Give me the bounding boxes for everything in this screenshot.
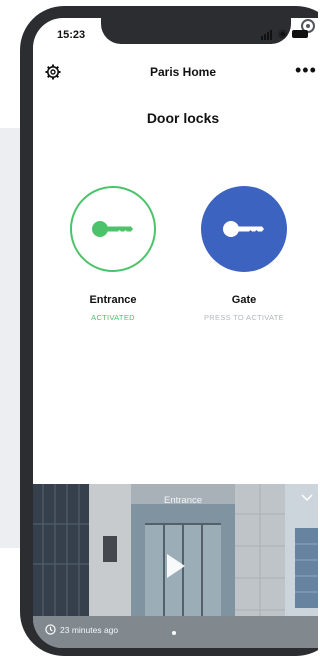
entrance-lock-status: ACTIVATED [91, 313, 135, 322]
battery-icon [292, 30, 308, 38]
app-screen: 15:23 ◉ Paris Home ••• Door locks Entran… [33, 18, 318, 648]
camera-last-seen: 23 minutes ago [60, 625, 119, 635]
more-options-icon[interactable]: ••• [295, 60, 317, 81]
key-icon [92, 221, 133, 237]
gate-lock-status: PRESS TO ACTIVATE [204, 313, 284, 322]
gate-lock-button[interactable] [201, 186, 287, 272]
stage: 15:23 ◉ Paris Home ••• Door locks Entran… [0, 0, 318, 657]
page-title: Door locks [146, 110, 220, 126]
home-title[interactable]: Paris Home [33, 65, 318, 79]
clock-icon [45, 624, 56, 635]
gate-lock-label: Gate [231, 294, 257, 306]
entrance-lock-label: Entrance [89, 294, 137, 306]
camera-label: Entrance [163, 495, 203, 506]
status-time: 15:23 [57, 29, 86, 41]
camera-preview[interactable]: Entrance 23 minutes ago [33, 484, 318, 648]
page-indicator-dot [172, 631, 176, 635]
wifi-icon: ◉ [278, 28, 288, 40]
entrance-lock-button[interactable] [70, 186, 156, 272]
play-icon[interactable] [167, 554, 185, 578]
key-icon [223, 221, 264, 237]
chevron-down-icon[interactable] [301, 494, 313, 502]
signal-icon [261, 29, 275, 40]
